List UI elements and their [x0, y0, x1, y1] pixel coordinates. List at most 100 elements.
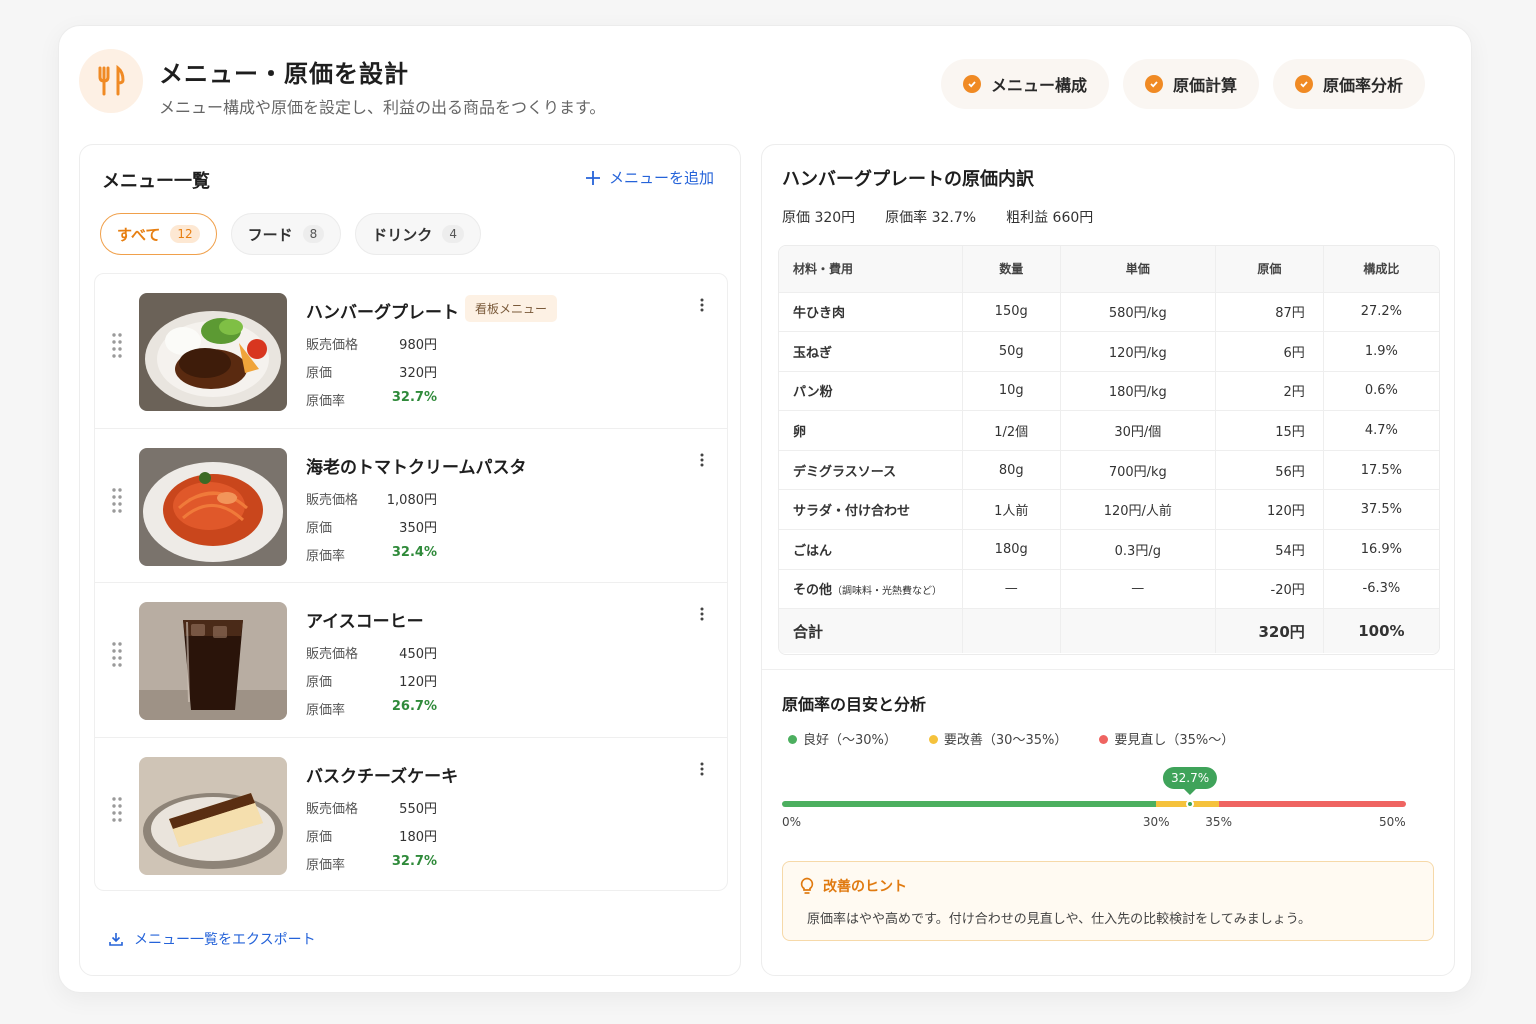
rate-label: 原価率 [306, 857, 346, 873]
rate-value: 32.4% [391, 544, 437, 560]
cost-label: 原価 [306, 675, 333, 690]
cell: 牛ひき肉 [779, 292, 963, 333]
gauge-tick: 0% [782, 815, 802, 829]
list-item[interactable]: 海老のトマトクリームパスタ 販売価格 1,080円 原価 350円 原価率 32… [95, 429, 727, 583]
main-card: メニュー・原価を設計 メニュー構成や原価を設定し、利益の出る商品をつくります。 … [58, 25, 1472, 993]
step-cost-rate-analysis[interactable]: 原価率分析 [1272, 59, 1425, 109]
cell: 120円 [1215, 489, 1324, 531]
cell: 卵 [779, 410, 963, 451]
section-divider [762, 669, 1454, 670]
col-header: 構成比 [1323, 246, 1439, 293]
step-menu-structure[interactable]: メニュー構成 [940, 59, 1109, 109]
cost-value: 180円 [399, 829, 437, 845]
total-cost: 320円 [1215, 608, 1324, 653]
cell: その他（調味料・光熱費など） [779, 569, 963, 610]
yellow-dot-icon [928, 735, 938, 744]
price-value: 1,080円 [386, 492, 437, 508]
cell: 4.7% [1323, 410, 1439, 451]
table-row: 牛ひき肉 150g 580円/kg 87円 27.2% [779, 292, 1439, 333]
cost-breakdown-panel: ハンバーグプレートの原価内訳 原価 320円 原価率 32.7% 粗利益 660… [761, 144, 1455, 976]
step-cost-calc[interactable]: 原価計算 [1122, 59, 1259, 109]
menu-item-name: アイスコーヒー [306, 612, 424, 632]
cell: 10g [962, 371, 1061, 412]
cell: -6.3% [1323, 569, 1439, 610]
green-dot-icon [788, 735, 797, 744]
more-options-icon[interactable] [699, 298, 705, 312]
tab-drink[interactable]: ドリンク 4 [355, 213, 481, 255]
table-row: その他（調味料・光熱費など） — — -20円 -6.3% [779, 569, 1439, 610]
cell [1060, 608, 1217, 653]
tab-label: すべて [117, 225, 161, 244]
rate-label: 原価率 [306, 394, 346, 409]
table-row: サラダ・付け合わせ 1人前 120円/人前 120円 37.5% [779, 489, 1439, 531]
cell: 1/2個 [962, 410, 1061, 451]
cell: — [962, 569, 1061, 610]
rate-value: 32.7% [391, 390, 437, 405]
download-icon [109, 933, 123, 946]
tab-count: 12 [170, 225, 200, 243]
cell: 30円/個 [1060, 410, 1217, 451]
tab-food[interactable]: フード 8 [230, 213, 342, 255]
legend-label: 要改善（30〜35%） [943, 733, 1068, 748]
improvement-hint: 改善のヒント 原価率はやや高めです。付け合わせの見直しや、仕入先の比較検討をして… [782, 861, 1434, 941]
cost-label: 原価 [306, 366, 333, 381]
gauge-tick: 50% [1379, 815, 1406, 829]
list-item[interactable]: ハンバーグプレート 看板メニュー 販売価格 980円 原価 320円 原価率 3… [95, 274, 727, 429]
more-options-icon[interactable] [699, 453, 705, 467]
col-header: 単価 [1060, 246, 1217, 293]
menu-item-name: ハンバーグプレート [306, 303, 459, 323]
marker-arrow [1184, 789, 1197, 795]
rate-marker: 32.7% [1163, 767, 1218, 795]
cell: 180円/kg [1060, 371, 1217, 412]
cell: パン粉 [779, 371, 963, 412]
breakdown-title: ハンバーグプレートの原価内訳 [782, 169, 1034, 190]
step-label: メニュー構成 [990, 76, 1087, 95]
red-dot-icon [1099, 735, 1109, 744]
col-header: 原価 [1215, 246, 1324, 293]
total-label: 合計 [779, 608, 963, 653]
other-note: （調味料・光熱費など） [832, 586, 943, 598]
cell: 6円 [1215, 331, 1324, 372]
drag-handle-icon[interactable] [111, 332, 123, 360]
price-value: 450円 [399, 647, 437, 662]
more-options-icon[interactable] [699, 762, 705, 776]
page-title: メニュー・原価を設計 [159, 60, 409, 88]
tab-all[interactable]: すべて 12 [100, 213, 217, 255]
price-value: 550円 [399, 801, 437, 817]
legend-label: 要見直し（35%〜） [1114, 733, 1235, 748]
drag-handle-icon[interactable] [111, 487, 123, 515]
gauge-good-segment [782, 801, 1157, 807]
iced-coffee-image [139, 602, 287, 720]
lightbulb-icon [800, 877, 814, 894]
table-row: 玉ねぎ 50g 120円/kg 6円 1.9% [779, 331, 1439, 372]
cell: ごはん [779, 529, 963, 570]
menu-list: ハンバーグプレート 看板メニュー 販売価格 980円 原価 320円 原価率 3… [94, 273, 728, 891]
rate-value: 32.7% [391, 853, 437, 869]
cell: 16.9% [1323, 529, 1439, 570]
export-menu-button[interactable]: メニュー一覧をエクスポート [108, 929, 316, 949]
check-icon [1144, 75, 1163, 93]
gauge-tick: 35% [1205, 815, 1232, 829]
drag-handle-icon[interactable] [111, 796, 123, 824]
list-item[interactable]: バスクチーズケーキ 販売価格 550円 原価 180円 原価率 32.7% [95, 738, 727, 891]
cell: デミグラスソース [779, 450, 963, 491]
summary-profit: 粗利益 660円 [1006, 210, 1094, 226]
rate-value: 26.7% [391, 699, 437, 714]
drag-handle-icon[interactable] [111, 641, 123, 669]
cell: 0.6% [1323, 371, 1439, 412]
table-row: 卵 1/2個 30円/個 15円 4.7% [779, 410, 1439, 451]
cell: — [1060, 569, 1217, 610]
cell: 150g [962, 292, 1061, 333]
cell: 120円/人前 [1060, 489, 1217, 531]
tab-label: ドリンク [372, 225, 433, 244]
rate-label: 原価率 [306, 548, 346, 564]
total-ratio: 100% [1323, 608, 1439, 653]
plus-icon [585, 170, 600, 185]
list-item[interactable]: アイスコーヒー 販売価格 450円 原価 120円 原価率 26.7% [95, 583, 727, 738]
more-options-icon[interactable] [699, 607, 705, 621]
menu-item-name: バスクチーズケーキ [306, 766, 459, 787]
table-header-row: 材料・費用 数量 単価 原価 構成比 [779, 246, 1439, 293]
cost-value: 320円 [399, 366, 437, 381]
cell: 580円/kg [1060, 292, 1217, 333]
add-menu-button[interactable]: メニューを追加 [585, 167, 714, 188]
